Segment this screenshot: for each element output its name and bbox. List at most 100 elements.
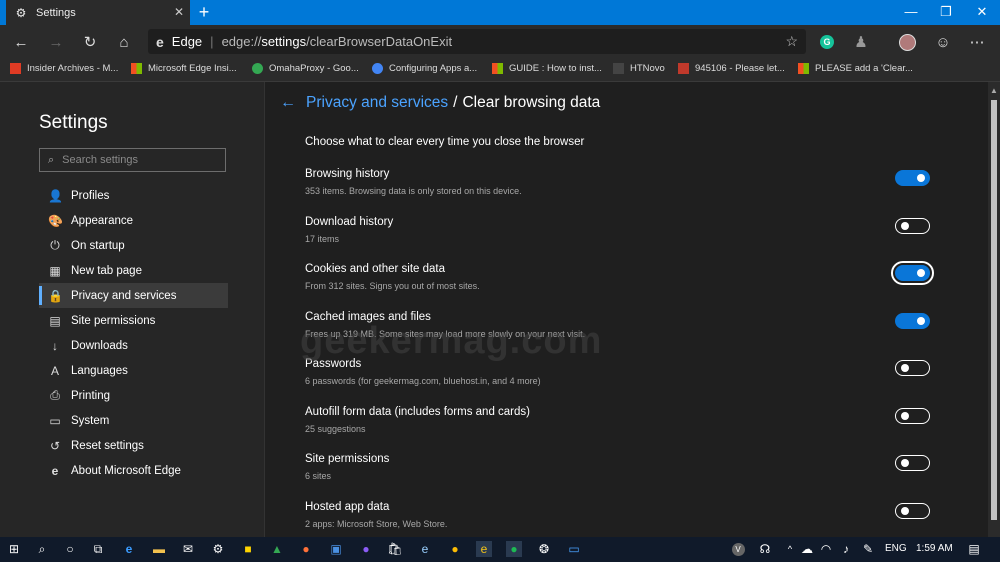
bookmark-item[interactable]: OmahaProxy - Goo... [252, 63, 359, 74]
profile-avatar[interactable] [898, 33, 916, 51]
power-icon: ⏻ [50, 238, 60, 252]
vpn-badge-icon[interactable]: V [730, 541, 746, 557]
sidebar-item-site-permissions[interactable]: ▤ Site permissions [39, 308, 228, 333]
language-indicator[interactable]: ENG [885, 543, 907, 554]
sidebar-item-new-tab-page[interactable]: ▦ New tab page [39, 258, 228, 283]
tab-settings[interactable]: ⚙ Settings ✕ [6, 0, 190, 25]
volume-icon[interactable]: ♪ [838, 541, 854, 557]
toggle-knob [901, 363, 909, 372]
scroll-up-icon[interactable]: ▲ [990, 86, 998, 95]
home-button[interactable]: ⌂ [115, 33, 133, 51]
settings-title: Settings [39, 112, 108, 133]
search-input[interactable]: ⌕ Search settings [39, 148, 226, 172]
close-window-button[interactable]: ✕ [972, 4, 992, 20]
address-bar[interactable]: e Edge | edge://settings/clearBrowserDat… [148, 29, 806, 54]
mail-icon[interactable]: ✉ [180, 541, 196, 557]
store-icon[interactable]: 🛍 [387, 541, 403, 557]
sidebar-item-privacy[interactable]: 🔒 Privacy and services [39, 283, 228, 308]
search-icon[interactable]: ⌕ [34, 541, 50, 557]
edge-canary-icon[interactable]: e [476, 541, 492, 557]
bookmark-item[interactable]: GUIDE : How to inst... [492, 63, 602, 74]
htnovo-favicon-icon [613, 63, 624, 74]
refresh-button[interactable]: ↻ [81, 33, 99, 51]
cookies-toggle[interactable] [891, 261, 934, 285]
extension-puzzle-icon[interactable]: ♟ [852, 33, 870, 51]
sidebar-item-reset-settings[interactable]: ↺ Reset settings [39, 433, 228, 458]
sidebar-item-languages[interactable]: A Languages [39, 358, 228, 383]
bookmark-item[interactable]: HTNovo [613, 63, 665, 74]
toggle-knob [917, 317, 925, 325]
scroll-thumb[interactable] [991, 100, 997, 520]
google-drive-icon[interactable]: ▲ [269, 541, 285, 557]
sidebar-item-appearance[interactable]: 🎨 Appearance [39, 208, 228, 233]
minimize-button[interactable]: — [901, 4, 921, 19]
app-icon[interactable]: ❂ [536, 541, 552, 557]
sidebar-item-printing[interactable]: ⎙ Printing [39, 383, 228, 408]
site-permissions-toggle[interactable] [895, 455, 930, 471]
people-icon[interactable]: ☊ [757, 541, 773, 557]
scrollbar[interactable]: ▲ [988, 82, 1000, 537]
bookmark-item[interactable]: 945106 - Please let... [678, 63, 785, 74]
spotify-icon[interactable]: ● [506, 541, 522, 557]
back-button[interactable]: ← [12, 33, 30, 51]
cortana-icon[interactable]: ○ [62, 541, 78, 557]
calendar-icon[interactable]: ▣ [328, 541, 344, 557]
bookmark-item[interactable]: PLEASE add a 'Clear... [798, 63, 913, 74]
title-bar: ⚙ Settings ✕ + — ❐ ✕ [0, 0, 1000, 25]
monitor-icon: ▭ [49, 413, 61, 428]
grammarly-extension-icon[interactable]: G [818, 33, 836, 51]
breadcrumb-parent-link[interactable]: Privacy and services [306, 94, 448, 112]
show-hidden-icons-icon[interactable]: ^ [782, 541, 798, 557]
autofill-toggle[interactable] [895, 408, 930, 424]
bookmark-item[interactable]: Insider Archives - M... [10, 63, 118, 74]
palette-icon: 🎨 [48, 213, 63, 228]
toggle-knob [901, 458, 909, 467]
back-arrow-icon[interactable]: ← [280, 94, 296, 112]
new-tab-button[interactable]: + [196, 2, 212, 23]
cached-images-toggle[interactable] [895, 313, 930, 329]
sidebar-item-system[interactable]: ▭ System [39, 408, 228, 433]
remote-desktop-icon[interactable]: ▭ [566, 541, 582, 557]
cloud-icon[interactable]: ☁ [799, 541, 815, 557]
more-menu-button[interactable]: ⋯ [968, 33, 986, 51]
bookmark-item[interactable]: Configuring Apps a... [372, 63, 477, 74]
setting-row-download-history: Download history 17 items [305, 216, 935, 256]
download-history-toggle[interactable] [895, 218, 930, 234]
edge-taskbar-icon[interactable]: e [121, 541, 137, 557]
settings-gear-icon[interactable]: ⚙ [210, 541, 226, 557]
sticky-notes-icon[interactable]: ■ [240, 541, 256, 557]
feedback-smiley-icon[interactable]: ☺ [934, 33, 952, 51]
bookmark-favicon-icon [372, 63, 383, 74]
address-url[interactable]: edge://settings/clearBrowserDataOnExit [222, 34, 453, 49]
firefox-icon[interactable]: ● [298, 541, 314, 557]
forward-button[interactable]: → [47, 33, 65, 51]
sidebar-item-on-startup[interactable]: ⏻ On startup [39, 233, 228, 258]
clock[interactable]: 1:59 AM [916, 543, 953, 554]
windows-taskbar: ⊞ ⌕ ○ ⧉ e ▬ ✉ ⚙ ■ ▲ ● ▣ ● 🛍 e ● e ● ❂ ▭ … [0, 537, 1000, 562]
sidebar-item-about[interactable]: e About Microsoft Edge [39, 458, 228, 483]
sidebar-item-downloads[interactable]: ↓ Downloads [39, 333, 228, 358]
edge-beta-icon[interactable]: e [417, 541, 433, 557]
task-view-icon[interactable]: ⧉ [90, 541, 106, 557]
action-center-icon[interactable]: ▤ [966, 541, 982, 557]
chrome-icon[interactable]: ● [447, 541, 463, 557]
restore-button[interactable]: ❐ [936, 4, 956, 20]
sidebar-item-profiles[interactable]: 👤 Profiles [39, 183, 228, 208]
bookmark-item[interactable]: Microsoft Edge Insi... [131, 63, 237, 74]
hosted-app-data-toggle[interactable] [895, 503, 930, 519]
setting-row-browsing-history: Browsing history 353 items. Browsing dat… [305, 168, 935, 208]
tab-close-icon[interactable]: ✕ [174, 5, 184, 19]
watermark: geekermag.com [300, 320, 603, 362]
windows-start-icon[interactable]: ⊞ [6, 541, 22, 557]
file-explorer-icon[interactable]: ▬ [151, 541, 167, 557]
setting-row-passwords: Passwords 6 passwords (for geekermag.com… [305, 358, 935, 398]
browsing-history-toggle[interactable] [895, 170, 930, 186]
section-heading: Choose what to clear every time you clos… [305, 136, 585, 148]
wifi-icon[interactable]: ◠ [818, 541, 834, 557]
passwords-toggle[interactable] [895, 360, 930, 376]
address-separator: | [210, 34, 214, 49]
firefox-nightly-icon[interactable]: ● [358, 541, 374, 557]
setting-label: Browsing history [305, 168, 390, 180]
favorite-star-icon[interactable]: ☆ [785, 33, 798, 50]
pen-icon[interactable]: ✎ [860, 541, 876, 557]
